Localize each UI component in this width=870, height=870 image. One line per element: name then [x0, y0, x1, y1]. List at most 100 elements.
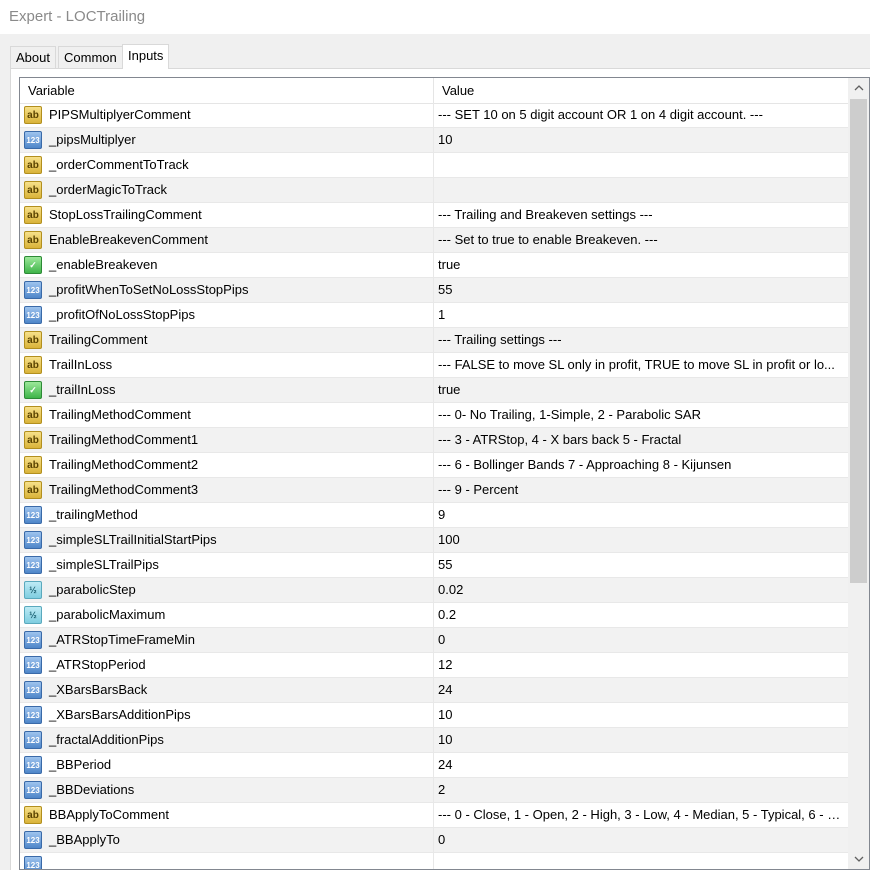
value-cell[interactable]: --- Trailing and Breakeven settings --- [434, 203, 848, 227]
value-cell[interactable]: 1 [434, 303, 848, 327]
variable-name: _fractalAdditionPips [49, 732, 164, 747]
table-row[interactable]: ab TrailingMethodComment --- 0- No Trailin… [20, 403, 848, 428]
value-cell[interactable]: 55 [434, 278, 848, 302]
value-cell[interactable]: 10 [434, 728, 848, 752]
string-type-icon: ab [24, 456, 42, 474]
integer-type-icon: 123 [24, 856, 42, 869]
table-row[interactable]: 123 _fractalAdditionPips 10 [20, 728, 848, 753]
chevron-up-icon[interactable] [848, 78, 869, 98]
table-row[interactable]: 123 _ATRStopTimeFrameMin 0 [20, 628, 848, 653]
table-row[interactable]: 123 _trailingMethod 9 [20, 503, 848, 528]
variable-cell: 123 _ATRStopPeriod [20, 653, 434, 677]
table-row[interactable]: ab BBApplyToComment --- 0 - Close, 1 - Ope… [20, 803, 848, 828]
value-cell[interactable]: --- FALSE to move SL only in profit, TRU… [434, 353, 848, 377]
variable-cell: 123 _profitOfNoLossStopPips [20, 303, 434, 327]
table-row[interactable]: ab TrailingMethodComment3 --- 9 - Percent [20, 478, 848, 503]
table-row[interactable]: 123 _pipsMultiplyer 10 [20, 128, 848, 153]
value-cell[interactable] [434, 153, 848, 177]
variable-cell: 123 _pipsMultiplyer [20, 128, 434, 152]
table-row[interactable]: ab TrailInLoss --- FALSE to move SL only i… [20, 353, 848, 378]
table-row[interactable]: ab EnableBreakevenComment --- Set to true … [20, 228, 848, 253]
variable-name: _BBPeriod [49, 757, 112, 772]
value-cell[interactable]: 0 [434, 828, 848, 852]
tab-common[interactable]: Common [58, 46, 123, 68]
table-row[interactable]: 123 _simpleSLTrailInitialStartPips 100 [20, 528, 848, 553]
value-cell[interactable]: --- 3 - ATRStop, 4 - X bars back 5 - Fra… [434, 428, 848, 452]
value-cell[interactable]: --- 0 - Close, 1 - Open, 2 - High, 3 - L… [434, 803, 848, 827]
value-cell[interactable]: 9 [434, 503, 848, 527]
column-header-value[interactable]: Value [434, 78, 848, 103]
variable-cell: ab TrailInLoss [20, 353, 434, 377]
integer-type-icon: 123 [24, 656, 42, 674]
scrollbar-thumb[interactable] [850, 99, 867, 583]
table-row[interactable]: 123 _profitWhenToSetNoLossStopPips 55 [20, 278, 848, 303]
variable-name: _parabolicStep [49, 582, 136, 597]
variable-cell: 123 _ATRStopTimeFrameMin [20, 628, 434, 652]
variable-cell: ab TrailingMethodComment [20, 403, 434, 427]
variable-name: TrailingComment [49, 332, 148, 347]
table-row[interactable]: ½ _parabolicMaximum 0.2 [20, 603, 848, 628]
table-row[interactable]: 123 _profitOfNoLossStopPips 1 [20, 303, 848, 328]
table-row[interactable]: ab StopLossTrailingComment --- Trailing an… [20, 203, 848, 228]
table-row[interactable]: 123 _simpleSLTrailPips 55 [20, 553, 848, 578]
table-row[interactable]: ✓ _trailInLoss true [20, 378, 848, 403]
value-cell[interactable]: true [434, 253, 848, 277]
table-row[interactable]: ab TrailingComment --- Trailing settings -… [20, 328, 848, 353]
value-cell[interactable]: 0 [434, 628, 848, 652]
table-row[interactable]: 123 _ATRStopPeriod 12 [20, 653, 848, 678]
variable-cell: ½ _parabolicMaximum [20, 603, 434, 627]
variable-cell: ½ _parabolicStep [20, 578, 434, 602]
table-row[interactable]: ab TrailingMethodComment2 --- 6 - Bollinge… [20, 453, 848, 478]
list-header: Variable Value [20, 78, 848, 104]
vertical-scrollbar[interactable] [848, 78, 869, 869]
value-cell[interactable]: 55 [434, 553, 848, 577]
value-cell[interactable]: 10 [434, 128, 848, 152]
value-cell[interactable]: 12 [434, 653, 848, 677]
table-row[interactable]: 123 _XBarsBarsAdditionPips 10 [20, 703, 848, 728]
tab-inputs[interactable]: Inputs [122, 44, 170, 69]
value-cell[interactable]: 10 [434, 703, 848, 727]
variable-name: _ATRStopTimeFrameMin [49, 632, 195, 647]
variable-cell: 123 _profitWhenToSetNoLossStopPips [20, 278, 434, 302]
value-cell[interactable]: --- 9 - Percent [434, 478, 848, 502]
integer-type-icon: 123 [24, 781, 42, 799]
value-cell[interactable] [434, 178, 848, 202]
value-cell[interactable]: 2 [434, 778, 848, 802]
table-row[interactable]: 123 _BBPeriod 24 [20, 753, 848, 778]
value-cell[interactable]: 24 [434, 753, 848, 777]
string-type-icon: ab [24, 806, 42, 824]
tab-about[interactable]: About [10, 46, 56, 68]
table-row[interactable]: 123 _BBApplyTo 0 [20, 828, 848, 853]
value-cell[interactable]: --- 0- No Trailing, 1-Simple, 2 - Parabo… [434, 403, 848, 427]
value-cell[interactable]: --- 6 - Bollinger Bands 7 - Approaching … [434, 453, 848, 477]
variable-name: _orderCommentToTrack [49, 157, 189, 172]
table-row[interactable]: ½ _parabolicStep 0.02 [20, 578, 848, 603]
table-row[interactable]: ab TrailingMethodComment1 --- 3 - ATRStop,… [20, 428, 848, 453]
value-cell[interactable] [434, 853, 848, 869]
variable-cell: ab PIPSMultiplyerComment [20, 103, 434, 127]
variable-cell: ab BBApplyToComment [20, 803, 434, 827]
value-cell[interactable]: --- SET 10 on 5 digit account OR 1 on 4 … [434, 103, 848, 127]
integer-type-icon: 123 [24, 831, 42, 849]
table-row[interactable]: ab PIPSMultiplyerComment --- SET 10 on 5 d… [20, 103, 848, 128]
chevron-down-icon[interactable] [848, 849, 869, 869]
table-row[interactable]: 123 _BBDeviations 2 [20, 778, 848, 803]
boolean-type-icon: ✓ [24, 256, 42, 274]
value-cell[interactable]: --- Trailing settings --- [434, 328, 848, 352]
value-cell[interactable]: --- Set to true to enable Breakeven. --- [434, 228, 848, 252]
string-type-icon: ab [24, 206, 42, 224]
variable-name: _profitOfNoLossStopPips [49, 307, 195, 322]
value-cell[interactable]: 24 [434, 678, 848, 702]
value-cell[interactable]: 0.02 [434, 578, 848, 602]
variable-name: TrailingMethodComment3 [49, 482, 199, 497]
table-row[interactable]: 123 [20, 853, 848, 869]
table-row[interactable]: ab _orderMagicToTrack [20, 178, 848, 203]
table-row[interactable]: ✓ _enableBreakeven true [20, 253, 848, 278]
table-row[interactable]: ab _orderCommentToTrack [20, 153, 848, 178]
column-header-variable[interactable]: Variable [20, 78, 434, 103]
value-cell[interactable]: 0.2 [434, 603, 848, 627]
variable-name: _enableBreakeven [49, 257, 158, 272]
value-cell[interactable]: 100 [434, 528, 848, 552]
table-row[interactable]: 123 _XBarsBarsBack 24 [20, 678, 848, 703]
value-cell[interactable]: true [434, 378, 848, 402]
